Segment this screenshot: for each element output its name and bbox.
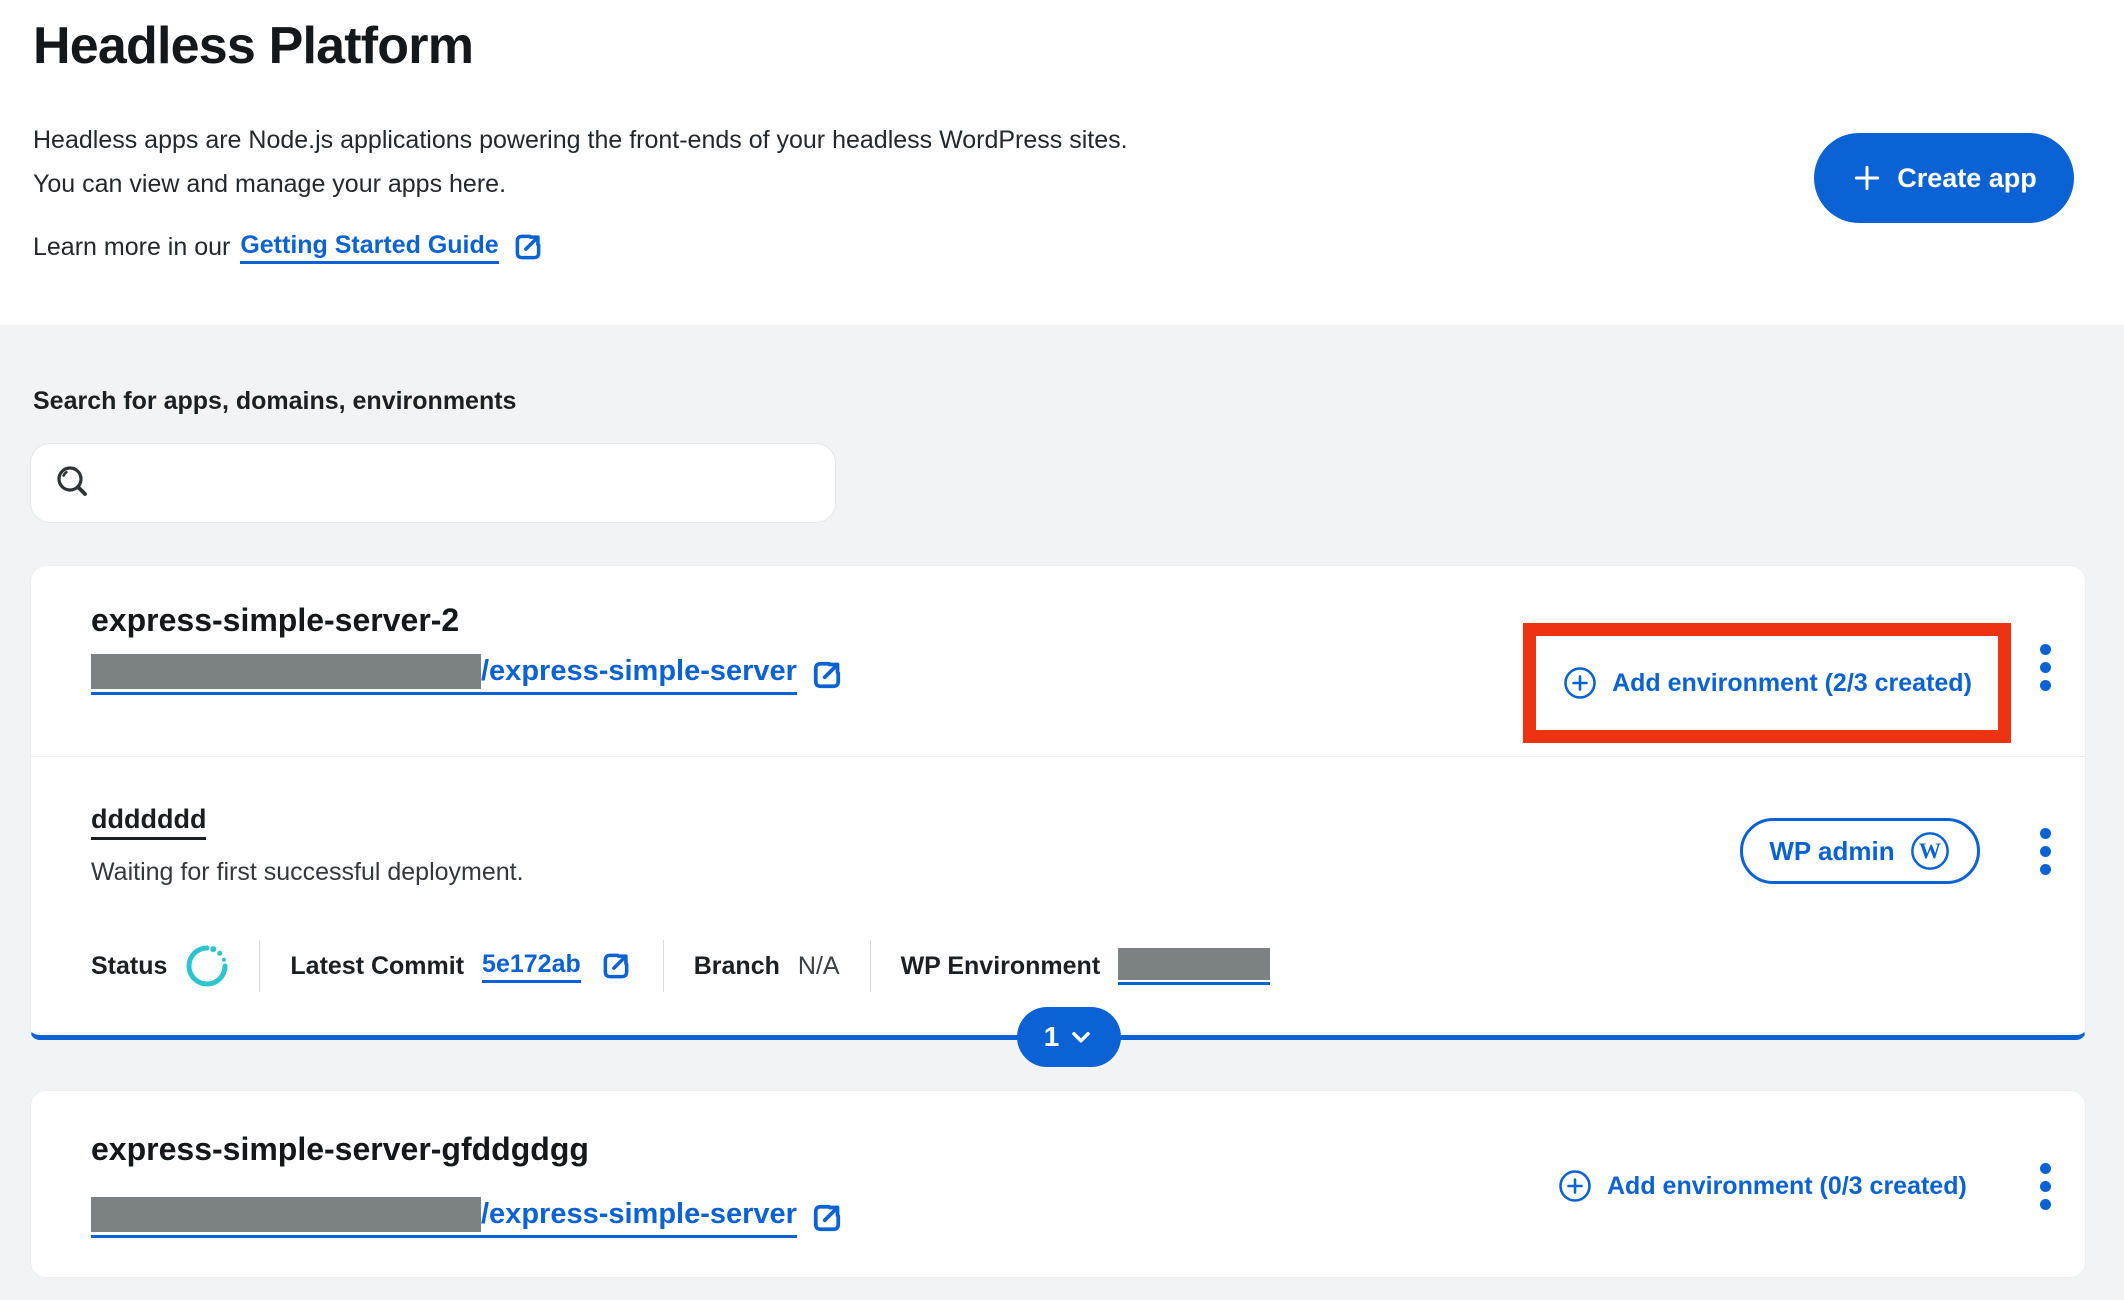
getting-started-guide-label: Getting Started Guide [240,231,498,264]
kebab-dot [2040,1181,2051,1192]
external-link-icon [599,949,633,983]
kebab-dot [2040,864,2051,875]
kebab-dot [2040,662,2051,673]
add-environment-button[interactable]: Add environment (2/3 created) [1562,665,1972,701]
headless-platform-page: Headless Platform Headless apps are Node… [0,0,2124,1300]
repo-link[interactable]: /express-simple-server [91,654,845,695]
red-highlight-annotation: Add environment (2/3 created) [1523,623,2011,743]
app-card-express-simple-server-2: express-simple-server-2 /express-simple-… [30,565,2086,1040]
repo-link-underlined-part: /express-simple-server [91,1197,797,1238]
app-card-express-simple-server-gfddgdgg: express-simple-server-gfddgdgg /express-… [30,1090,2086,1278]
description-line-2: You can view and manage your apps here. [33,162,1128,206]
repo-link-underlined-part: /express-simple-server [91,654,797,695]
create-app-label: Create app [1897,163,2037,194]
app-menu-button[interactable] [2033,1163,2057,1210]
environment-count-toggle[interactable]: 1 [1017,1007,1121,1067]
app-name: express-simple-server-gfddgdgg [91,1131,589,1168]
status-field: Status [91,944,229,988]
environment-menu-button[interactable] [2033,828,2057,875]
card-divider [31,756,2085,757]
app-menu-button[interactable] [2033,644,2057,691]
vertical-separator [663,940,664,992]
circled-plus-icon [1562,665,1598,701]
external-link-icon [511,230,545,264]
redacted-wp-environment-link [1118,948,1270,985]
wp-environment-field: WP Environment [901,948,1271,985]
apps-section: Search for apps, domains, environments e… [0,325,2124,1300]
environment-status-message: Waiting for first successful deployment. [91,858,524,887]
vertical-separator [870,940,871,992]
svg-text:W: W [1919,838,1941,863]
add-environment-label: Add environment (0/3 created) [1607,1172,1967,1201]
commit-link[interactable]: 5e172ab [482,950,581,983]
latest-commit-field: Latest Commit 5e172ab [290,949,632,983]
environment-status-row: Status Latest Commit 5e172ab [91,938,1270,994]
kebab-dot [2040,1163,2051,1174]
environment-name-link[interactable]: ddddddd [91,804,206,840]
external-link-icon [809,657,845,693]
add-environment-label: Add environment (2/3 created) [1612,669,1972,698]
chevron-down-icon [1068,1024,1094,1050]
status-label: Status [91,952,167,981]
add-environment-button[interactable]: Add environment (0/3 created) [1557,1163,1967,1209]
wp-environment-label: WP Environment [901,952,1101,981]
vertical-separator [259,940,260,992]
search-icon [51,461,95,505]
learn-more-text: Learn more in our [33,233,230,262]
redacted-repo-owner [91,1197,481,1232]
search-label: Search for apps, domains, environments [33,387,516,416]
latest-commit-label: Latest Commit [290,952,464,981]
wp-admin-label: WP admin [1769,836,1894,867]
page-title: Headless Platform [33,16,473,76]
redacted-repo-owner [91,654,481,689]
wp-admin-button[interactable]: WP admin W [1740,818,1980,884]
search-input[interactable] [109,469,815,498]
wordpress-icon: W [1909,830,1951,872]
search-box[interactable] [30,443,836,523]
getting-started-guide-link[interactable]: Getting Started Guide [240,230,544,264]
repo-link[interactable]: /express-simple-server [91,1197,845,1238]
kebab-dot [2040,644,2051,655]
description-line-1: Headless apps are Node.js applications p… [33,118,1128,162]
create-app-button[interactable]: Create app [1814,133,2074,223]
external-link-icon [809,1200,845,1236]
branch-value: N/A [798,952,840,981]
page-description: Headless apps are Node.js applications p… [33,118,1128,206]
learn-more-row: Learn more in our Getting Started Guide [33,230,545,264]
circled-plus-icon [1557,1168,1593,1204]
redaction-bar [1118,948,1270,980]
kebab-dot [2040,846,2051,857]
kebab-dot [2040,680,2051,691]
branch-field: Branch N/A [694,952,840,981]
branch-label: Branch [694,952,780,981]
kebab-dot [2040,828,2051,839]
repo-link-label: /express-simple-server [481,1197,797,1232]
repo-link-label: /express-simple-server [481,654,797,689]
kebab-dot [2040,1199,2051,1210]
loading-spinner-icon [185,944,229,988]
environment-count: 1 [1044,1021,1060,1053]
plus-icon [1851,162,1883,194]
app-name: express-simple-server-2 [91,602,459,639]
